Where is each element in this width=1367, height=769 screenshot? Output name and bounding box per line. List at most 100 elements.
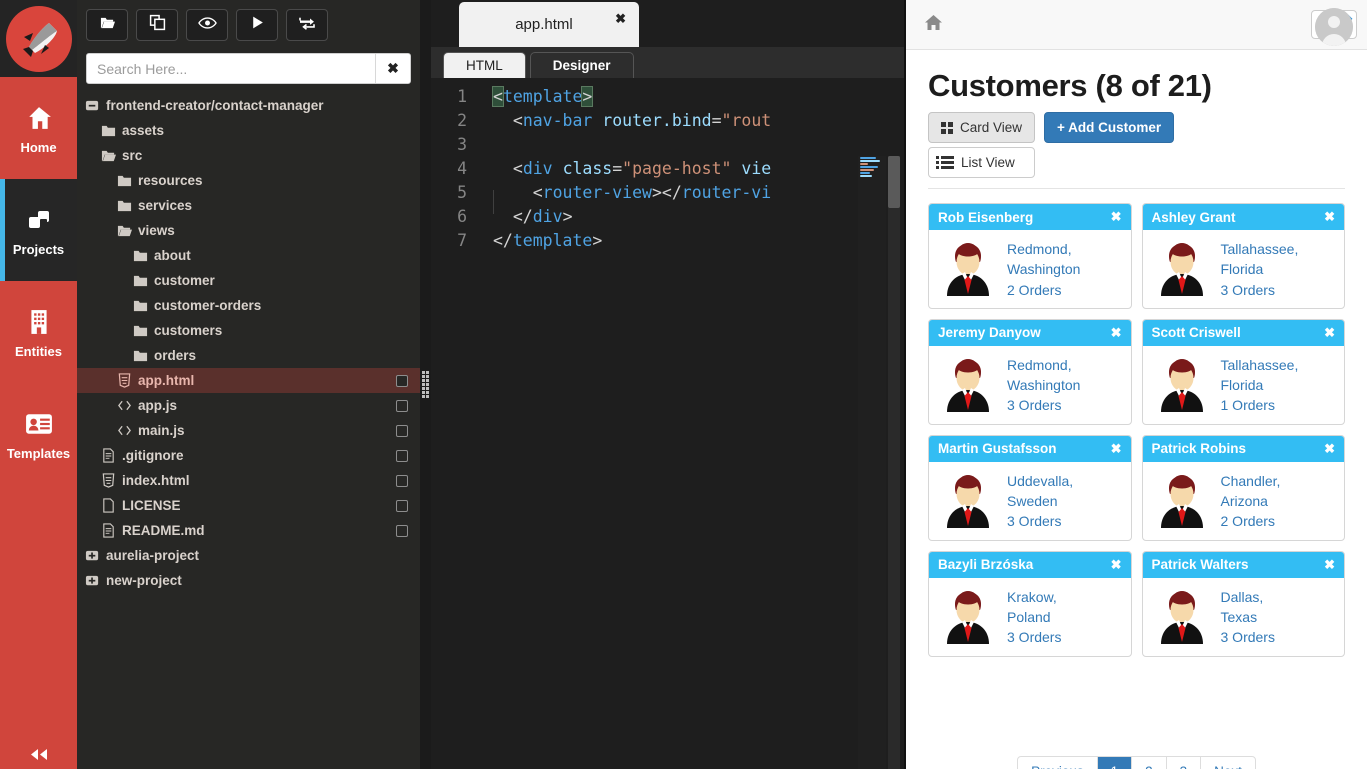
tree-item-license[interactable]: LICENSE bbox=[77, 493, 420, 518]
editor-scrollbar-thumb[interactable] bbox=[888, 156, 900, 208]
tree-item-new-project[interactable]: new-project bbox=[77, 568, 420, 593]
doc-lines-icon bbox=[99, 523, 118, 538]
tree-item-customer-orders[interactable]: customer-orders bbox=[77, 293, 420, 318]
customer-details: Krakow, Poland 3 Orders bbox=[1007, 584, 1061, 648]
remove-customer-icon[interactable]: ✖ bbox=[1324, 325, 1335, 341]
customer-region: Poland bbox=[1007, 608, 1051, 625]
customer-card[interactable]: Patrick Walters ✖ Dallas, Texas 3 Orders bbox=[1141, 550, 1345, 657]
tree-item-label: about bbox=[154, 248, 191, 263]
view-toggle-group: Card View List View bbox=[928, 112, 1036, 178]
tab-html[interactable]: HTML bbox=[443, 52, 526, 78]
tree-item-checkbox[interactable] bbox=[396, 374, 408, 387]
pagination-item-next[interactable]: Next bbox=[1201, 757, 1255, 769]
pagination-item-1[interactable]: 1 bbox=[1097, 757, 1133, 769]
rail-item-entities[interactable]: Entities bbox=[0, 281, 77, 383]
tree-item-frontend-creator-contact-manager[interactable]: frontend-creator/contact-manager bbox=[77, 93, 420, 118]
pagination-item-previous[interactable]: Previous bbox=[1018, 757, 1098, 769]
editor-scrollbar[interactable] bbox=[888, 156, 900, 769]
rail-item-label: Templates bbox=[6, 445, 71, 461]
card-icon bbox=[22, 408, 56, 440]
tree-item-checkbox[interactable] bbox=[396, 424, 408, 437]
customer-name: Patrick Walters bbox=[1151, 557, 1249, 573]
tree-item-app-html[interactable]: app.html bbox=[77, 368, 420, 393]
clear-search-button[interactable]: ✖ bbox=[375, 54, 410, 83]
copy-button[interactable] bbox=[136, 9, 178, 41]
tree-item-about[interactable]: about bbox=[77, 243, 420, 268]
tree-item-checkbox[interactable] bbox=[396, 474, 408, 487]
file-tab-app-html[interactable]: app.html ✖ bbox=[459, 2, 639, 47]
collapse-sidebar-button[interactable] bbox=[0, 740, 77, 769]
tree-item-customer[interactable]: customer bbox=[77, 268, 420, 293]
tree-item-index-html[interactable]: index.html bbox=[77, 468, 420, 493]
tree-item-src[interactable]: src bbox=[77, 143, 420, 168]
rail-item-projects[interactable]: Projects bbox=[0, 179, 77, 281]
card-view-button[interactable]: Card View bbox=[928, 112, 1036, 143]
customer-card[interactable]: Martin Gustafsson ✖ Uddevalla, Sweden 3 Orde… bbox=[928, 434, 1132, 541]
customer-avatar-icon bbox=[1150, 236, 1213, 298]
tab-designer[interactable]: Designer bbox=[529, 52, 634, 78]
tree-item-assets[interactable]: assets bbox=[77, 118, 420, 143]
tree-item-checkbox[interactable] bbox=[396, 524, 408, 537]
tree-item-checkbox[interactable] bbox=[396, 449, 408, 462]
customer-card[interactable]: Patrick Robins ✖ Chandler, Arizona 2 Orders bbox=[1141, 434, 1345, 541]
remove-customer-icon[interactable]: ✖ bbox=[1111, 325, 1122, 341]
run-button[interactable] bbox=[236, 9, 278, 41]
remove-customer-icon[interactable]: ✖ bbox=[1324, 209, 1335, 225]
remove-customer-icon[interactable]: ✖ bbox=[1324, 557, 1335, 573]
tree-item-label: LICENSE bbox=[122, 498, 181, 513]
pagination-item-3[interactable]: 3 bbox=[1167, 757, 1202, 769]
line-content: </template> bbox=[493, 230, 603, 250]
tree-item-app-js[interactable]: app.js bbox=[77, 393, 420, 418]
tree-item-checkbox[interactable] bbox=[396, 499, 408, 512]
remove-customer-icon[interactable]: ✖ bbox=[1111, 209, 1122, 225]
remove-customer-icon[interactable]: ✖ bbox=[1111, 557, 1122, 573]
customer-card[interactable]: Jeremy Danyow ✖ Redmond, Washington 3 Orders bbox=[928, 318, 1132, 425]
user-avatar[interactable] bbox=[1315, 8, 1353, 46]
minus-box-icon bbox=[83, 98, 102, 113]
doc-lines-icon bbox=[99, 448, 118, 463]
customer-card[interactable]: Rob Eisenberg ✖ Redmond, Washington 2 Orders bbox=[928, 203, 1132, 309]
card-view-label: Card View bbox=[960, 120, 1023, 135]
add-customer-button[interactable]: + Add Customer bbox=[1044, 112, 1175, 143]
tree-item-main-js[interactable]: main.js bbox=[77, 418, 420, 443]
line-content: <div class="page-host" vie bbox=[493, 158, 772, 178]
remove-customer-icon[interactable]: ✖ bbox=[1324, 441, 1335, 457]
customer-name: Rob Eisenberg bbox=[938, 209, 1034, 225]
line-number: 5 bbox=[457, 182, 467, 202]
tree-item--gitignore[interactable]: .gitignore bbox=[77, 443, 420, 468]
home-icon[interactable] bbox=[924, 14, 943, 36]
list-view-button[interactable]: List View bbox=[928, 147, 1036, 178]
customer-card[interactable]: Ashley Grant ✖ Tallahassee, Florida 3 Orders bbox=[1141, 203, 1345, 309]
sync-button[interactable] bbox=[286, 9, 328, 41]
tree-item-views[interactable]: views bbox=[77, 218, 420, 243]
line-number: 3 bbox=[457, 134, 467, 154]
customer-card[interactable]: Bazyli Brzóska ✖ Krakow, Poland 3 Orders bbox=[928, 550, 1132, 657]
rail-item-templates[interactable]: Templates bbox=[0, 383, 77, 485]
tree-item-customers[interactable]: customers bbox=[77, 318, 420, 343]
tree-item-checkbox[interactable] bbox=[396, 399, 408, 412]
tree-item-services[interactable]: services bbox=[77, 193, 420, 218]
panel-splitter[interactable] bbox=[420, 0, 431, 769]
editor-minimap[interactable] bbox=[858, 156, 886, 769]
tree-item-label: frontend-creator/contact-manager bbox=[106, 98, 324, 113]
preview-button[interactable] bbox=[186, 9, 228, 41]
search-input[interactable] bbox=[87, 54, 375, 83]
tree-item-readme-md[interactable]: README.md bbox=[77, 518, 420, 543]
html5-icon bbox=[115, 373, 134, 388]
grid-icon bbox=[941, 121, 953, 134]
rail-item-home[interactable]: Home bbox=[0, 77, 77, 179]
pagination-item-2[interactable]: 2 bbox=[1132, 757, 1167, 769]
customer-card-header: Scott Criswell ✖ bbox=[1142, 319, 1344, 346]
rocket-logo-icon bbox=[5, 5, 72, 72]
tree-item-aurelia-project[interactable]: aurelia-project bbox=[77, 543, 420, 568]
folder-open-icon bbox=[99, 148, 118, 163]
customer-name: Bazyli Brzóska bbox=[938, 557, 1034, 573]
remove-customer-icon[interactable]: ✖ bbox=[1111, 441, 1122, 457]
line-number: 7 bbox=[457, 230, 467, 250]
tree-item-orders[interactable]: orders bbox=[77, 343, 420, 368]
customer-card[interactable]: Scott Criswell ✖ Tallahassee, Florida 1 Orde… bbox=[1141, 318, 1345, 425]
code-text-area[interactable]: 1 <template> 2 <nav-bar router.bind="rout 3… bbox=[431, 78, 904, 769]
file-tab-close-icon[interactable]: ✖ bbox=[615, 11, 626, 27]
open-folder-button[interactable] bbox=[86, 9, 128, 41]
tree-item-resources[interactable]: resources bbox=[77, 168, 420, 193]
